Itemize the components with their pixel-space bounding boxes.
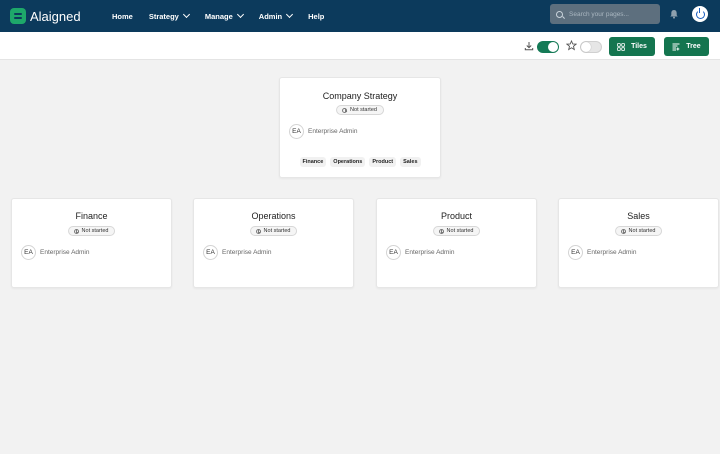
toggle-knob [548,42,558,52]
clock-icon [342,107,348,113]
nav-item-admin[interactable]: Admin [258,10,294,21]
download-toggle[interactable] [537,41,559,53]
strategy-card-root[interactable]: Company Strategy Not started EA Enterpri… [279,77,441,178]
child-tag[interactable]: Finance [299,157,327,167]
owner-name: Enterprise Admin [308,128,358,135]
clock-icon [73,228,79,234]
nav-item-label: Strategy [148,11,179,21]
status-badge: Not started [336,105,384,115]
strategy-card-product[interactable]: Product Not started EA Enterprise Admin [376,198,537,288]
brand-logo[interactable]: Alaigned [10,8,100,24]
download-icon[interactable] [524,41,534,51]
search-icon [556,10,563,18]
status-text: Not started [263,228,291,234]
status-badge: Not started [432,226,481,236]
avatar: EA [289,124,304,139]
owner-name: Enterprise Admin [222,249,272,256]
clock-icon [620,228,626,234]
avatar: EA [21,245,36,260]
child-tag[interactable]: Sales [400,157,421,167]
chevron-down-icon [182,10,190,19]
clock-icon [255,228,261,234]
nav-item-label: Home [112,11,133,21]
nav-item-help[interactable]: Help [308,12,324,21]
bell-icon[interactable] [669,9,679,19]
tree-view-button[interactable]: Tree [664,37,709,56]
card-title: Sales [627,211,650,221]
tree-list-icon [672,43,680,50]
chevron-down-icon [286,10,294,19]
logo-icon [10,8,26,24]
chevron-down-icon [236,10,244,19]
card-title: Operations [251,211,296,221]
status-text: Not started [81,228,109,234]
status-badge: Not started [614,226,663,236]
avatar: EA [568,245,583,260]
nav-item-strategy[interactable]: Strategy [148,10,190,21]
card-title: Product [440,211,473,221]
star-icon[interactable] [566,40,577,51]
nav-item-label: Help [308,11,325,21]
status-text: Not started [628,228,656,234]
nav-item-home[interactable]: Home [112,12,133,21]
owner: EA Enterprise Admin [568,245,637,260]
search-input[interactable] [569,10,659,18]
status-badge: Not started [249,226,298,236]
main-nav: Home Strategy Manage Admin Help [112,10,340,21]
brand-name: Alaigned [30,8,81,24]
search-box[interactable] [550,4,660,24]
status-badge: Not started [67,226,116,236]
child-tag[interactable]: Product [369,157,397,167]
owner: EA Enterprise Admin [289,124,358,139]
card-title: Finance [75,211,108,221]
toggle-knob [581,42,591,52]
grid-icon [617,42,625,51]
card-title: Company Strategy [322,91,398,101]
owner-name: Enterprise Admin [405,249,455,256]
status-text: Not started [350,107,377,113]
tiles-view-button[interactable]: Tiles [609,37,655,56]
owner: EA Enterprise Admin [386,245,455,260]
power-icon [695,7,705,19]
owner: EA Enterprise Admin [21,245,90,260]
user-menu-button[interactable] [692,6,708,22]
tiles-label: Tiles [631,43,647,50]
clock-icon [438,228,444,234]
child-tag[interactable]: Operations [330,157,366,167]
owner: EA Enterprise Admin [203,245,272,260]
nav-item-label: Manage [204,11,233,21]
avatar: EA [203,245,218,260]
nav-item-manage[interactable]: Manage [204,10,244,21]
status-text: Not started [446,228,474,234]
strategy-card-operations[interactable]: Operations Not started EA Enterprise Adm… [193,198,354,288]
owner-name: Enterprise Admin [40,249,90,256]
nav-item-label: Admin [258,11,283,21]
strategy-card-sales[interactable]: Sales Not started EA Enterprise Admin [558,198,719,288]
strategy-card-finance[interactable]: Finance Not started EA Enterprise Admin [11,198,172,288]
favorite-toggle[interactable] [580,41,602,53]
child-tags: Finance Operations Product Sales [280,157,440,167]
avatar: EA [386,245,401,260]
tree-label: Tree [686,43,701,50]
owner-name: Enterprise Admin [587,249,637,256]
